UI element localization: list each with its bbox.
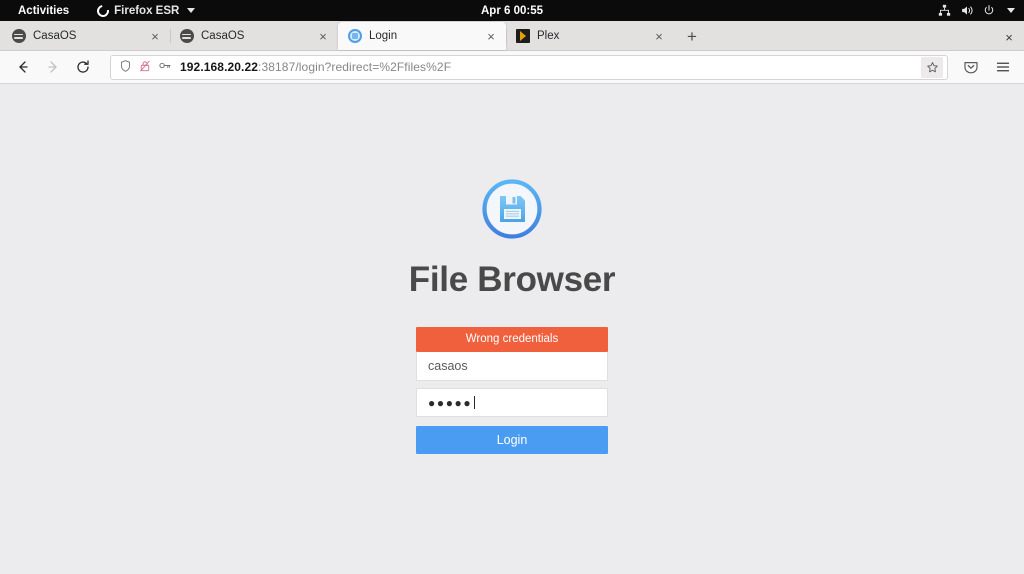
forward-button[interactable] bbox=[38, 54, 68, 80]
network-icon[interactable] bbox=[938, 4, 951, 17]
login-button[interactable]: Login bbox=[416, 426, 608, 454]
browser-tab[interactable]: CasaOS × bbox=[170, 22, 338, 50]
volume-icon[interactable] bbox=[960, 4, 974, 17]
tab-title: Login bbox=[369, 30, 483, 42]
back-button[interactable] bbox=[8, 54, 38, 80]
system-tray[interactable] bbox=[938, 4, 1024, 17]
browser-tab[interactable]: Plex × bbox=[506, 22, 674, 50]
url-host: 192.168.20.22 bbox=[180, 60, 258, 74]
text-cursor bbox=[474, 396, 475, 409]
new-tab-button[interactable]: + bbox=[678, 24, 706, 50]
page-title: File Browser bbox=[409, 260, 615, 300]
url-text[interactable]: 192.168.20.22:38187/login?redirect=%2Ffi… bbox=[180, 60, 921, 74]
tab-title: CasaOS bbox=[33, 30, 147, 42]
tab-close-icon[interactable]: × bbox=[651, 28, 667, 44]
filebrowser-icon bbox=[347, 29, 362, 44]
key-icon[interactable] bbox=[158, 59, 172, 75]
tab-close-icon[interactable]: × bbox=[315, 28, 331, 44]
password-value: ●●●●● bbox=[428, 397, 472, 409]
gnome-top-bar: Activities Firefox ESR Apr 6 00:55 bbox=[0, 0, 1024, 21]
activities-button[interactable]: Activities bbox=[8, 5, 79, 17]
chevron-down-icon[interactable] bbox=[1007, 8, 1015, 13]
login-form: Wrong credentials casaos ●●●●● Login bbox=[416, 327, 608, 454]
tab-close-icon[interactable]: × bbox=[483, 28, 499, 44]
error-alert: Wrong credentials bbox=[416, 327, 608, 352]
bookmark-star-icon[interactable] bbox=[921, 57, 943, 78]
browser-tab-strip: CasaOS × CasaOS × Login × Plex × + × bbox=[0, 21, 1024, 51]
power-icon[interactable] bbox=[983, 4, 995, 17]
app-menu-label: Firefox ESR bbox=[114, 5, 179, 17]
tab-close-icon[interactable]: × bbox=[147, 28, 163, 44]
hamburger-menu-icon[interactable] bbox=[990, 54, 1016, 80]
casaos-icon bbox=[11, 29, 26, 44]
browser-toolbar-right bbox=[958, 54, 1016, 80]
firefox-icon bbox=[95, 2, 112, 19]
chevron-down-icon bbox=[187, 8, 195, 13]
page-content: File Browser Wrong credentials casaos ●●… bbox=[0, 84, 1024, 574]
url-path: :38187/login?redirect=%2Ffiles%2F bbox=[258, 60, 451, 74]
username-value: casaos bbox=[428, 359, 468, 373]
url-bar[interactable]: 192.168.20.22:38187/login?redirect=%2Ffi… bbox=[110, 55, 948, 80]
casaos-icon bbox=[179, 29, 194, 44]
plex-icon bbox=[515, 29, 530, 44]
pocket-icon[interactable] bbox=[958, 54, 984, 80]
window-close-button[interactable]: × bbox=[1000, 28, 1018, 46]
browser-tab[interactable]: CasaOS × bbox=[2, 22, 170, 50]
tab-title: Plex bbox=[537, 30, 651, 42]
gnome-top-bar-left: Activities Firefox ESR bbox=[0, 5, 203, 17]
browser-tab-active[interactable]: Login × bbox=[338, 22, 506, 50]
floppy-disk-save-icon bbox=[480, 177, 544, 241]
password-field[interactable]: ●●●●● bbox=[416, 388, 608, 417]
tab-title: CasaOS bbox=[201, 30, 315, 42]
url-bar-icons bbox=[119, 59, 172, 76]
reload-button[interactable] bbox=[68, 54, 98, 80]
broken-lock-icon[interactable] bbox=[139, 59, 151, 76]
browser-navigation-bar: 192.168.20.22:38187/login?redirect=%2Ffi… bbox=[0, 51, 1024, 84]
shield-icon[interactable] bbox=[119, 59, 132, 76]
username-field[interactable]: casaos bbox=[416, 352, 608, 381]
app-menu-firefox[interactable]: Firefox ESR bbox=[89, 5, 203, 17]
